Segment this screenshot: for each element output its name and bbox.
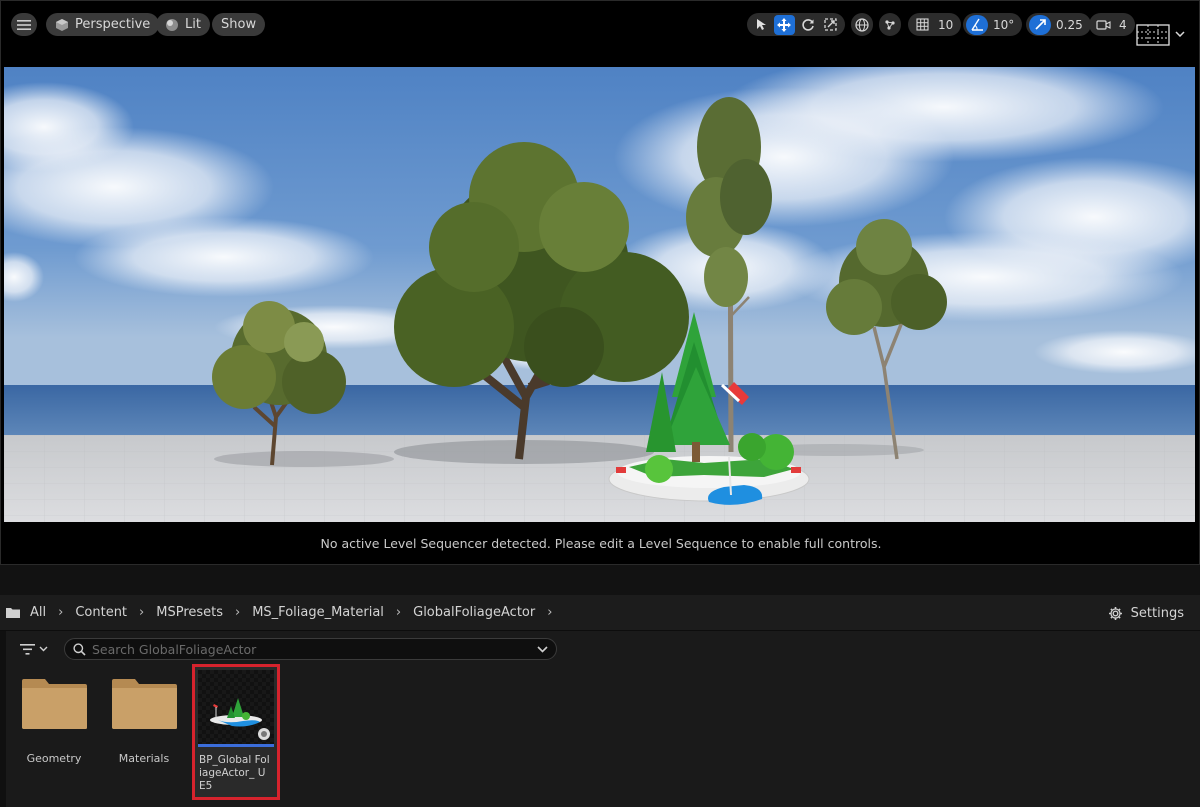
search-input[interactable]	[92, 641, 537, 657]
move-tool-button[interactable]	[774, 14, 795, 35]
filter-icon	[20, 643, 35, 655]
asset-label: BP_Global FoliageActor_ UE5	[199, 754, 270, 792]
cursor-arrow-icon	[757, 19, 767, 30]
breadcrumb-item-content[interactable]: Content	[75, 605, 127, 620]
rotate-tool-button[interactable]	[798, 15, 818, 35]
level-viewport[interactable]: Perspective Lit Show 10 10° 0.25 4 No ac…	[0, 0, 1200, 565]
search-icon	[73, 642, 86, 656]
move-arrows-icon	[777, 17, 792, 32]
grid-snap-group[interactable]: 10	[908, 13, 962, 36]
coordinate-space-button[interactable]	[851, 13, 873, 36]
scale-snap-icon	[1029, 14, 1051, 35]
scene-render	[4, 67, 1195, 522]
scale-snap-value: 0.25	[1056, 17, 1083, 32]
folder-label: Geometry	[26, 752, 82, 765]
scale-icon	[824, 18, 838, 31]
chevron-down-icon[interactable]	[537, 645, 548, 653]
search-bar	[64, 638, 557, 660]
chevron-down-icon	[1175, 31, 1185, 37]
camera-speed-value: 4	[1119, 17, 1127, 32]
layout-dropdown-button[interactable]	[1173, 25, 1187, 43]
chevron-right-icon[interactable]: ›	[547, 605, 552, 620]
asset-type-bar	[198, 744, 274, 747]
scale-snap-group[interactable]: 0.25	[1026, 13, 1091, 36]
scale-tool-button[interactable]	[821, 15, 841, 35]
viewport-options-button[interactable]	[11, 13, 37, 36]
breadcrumb-item-ms-foliage-material[interactable]: MS_Foliage_Material	[252, 605, 384, 620]
viewport-scene[interactable]	[4, 67, 1195, 522]
breadcrumb-item-mspresets[interactable]: MSPresets	[156, 605, 223, 620]
show-label: Show	[221, 17, 257, 32]
show-flags-button[interactable]: Show	[212, 13, 266, 36]
sea	[4, 385, 1195, 435]
view-mode-button[interactable]: Perspective	[46, 13, 160, 36]
folder-icon	[112, 679, 177, 729]
cube-icon	[56, 18, 68, 31]
hamburger-menu-icon	[17, 19, 31, 30]
camera-icon	[1092, 15, 1114, 35]
settings-button[interactable]: Settings	[1108, 595, 1184, 631]
breadcrumb-item-globalfoliageactor[interactable]: GlobalFoliageActor	[413, 605, 535, 620]
path-breadcrumb: All › Content › MSPresets › MS_Foliage_M…	[0, 595, 1200, 631]
chevron-right-icon: ›	[58, 605, 64, 620]
rotate-icon	[801, 18, 814, 31]
lighting-mode-button[interactable]: Lit	[156, 13, 210, 36]
filter-button[interactable]	[20, 639, 48, 659]
folder-icon	[22, 679, 87, 729]
blueprint-thumbnail-icon	[210, 698, 270, 740]
folder-label: Materials	[118, 752, 170, 765]
folder-item-materials[interactable]: Materials	[107, 664, 181, 800]
breadcrumb-root[interactable]	[5, 606, 21, 619]
asset-thumbnail	[198, 670, 274, 744]
folder-item-geometry[interactable]: Geometry	[17, 664, 91, 800]
grid-icon	[911, 15, 933, 35]
folder-icon	[6, 608, 20, 618]
chevron-down-icon	[39, 646, 48, 652]
settings-label: Settings	[1130, 605, 1184, 621]
chevron-right-icon: ›	[235, 605, 241, 620]
surface-snap-icon	[885, 19, 895, 30]
chevron-right-icon: ›	[139, 605, 145, 620]
breadcrumb-item-all[interactable]: All	[30, 605, 46, 620]
angle-icon	[966, 14, 988, 35]
asset-item-bp-globalfoliageactor[interactable]: BP_Global FoliageActor_ UE5	[192, 664, 280, 800]
transform-tools-group	[747, 13, 845, 36]
rotation-snap-value: 10°	[993, 17, 1015, 32]
sequencer-message: No active Level Sequencer detected. Plea…	[320, 536, 882, 551]
chevron-right-icon: ›	[395, 605, 402, 620]
rotation-snap-group[interactable]: 10°	[963, 13, 1023, 36]
lighting-mode-label: Lit	[185, 17, 201, 32]
globe-icon	[855, 17, 869, 32]
viewport-layout-button[interactable]	[1135, 23, 1171, 47]
gear-icon	[1108, 606, 1122, 620]
grid-snap-value: 10	[938, 17, 954, 32]
viewport-toolbar: Perspective Lit Show 10 10° 0.25 4	[1, 1, 1200, 47]
view-mode-label: Perspective	[75, 17, 151, 32]
layout-grid-icon	[1136, 24, 1170, 46]
camera-speed-group[interactable]: 4	[1089, 13, 1135, 36]
surface-snapping-button[interactable]	[879, 13, 901, 36]
panel-splitter[interactable]	[0, 565, 1200, 595]
select-tool-button[interactable]	[751, 15, 771, 35]
lit-sphere-icon	[166, 18, 178, 31]
